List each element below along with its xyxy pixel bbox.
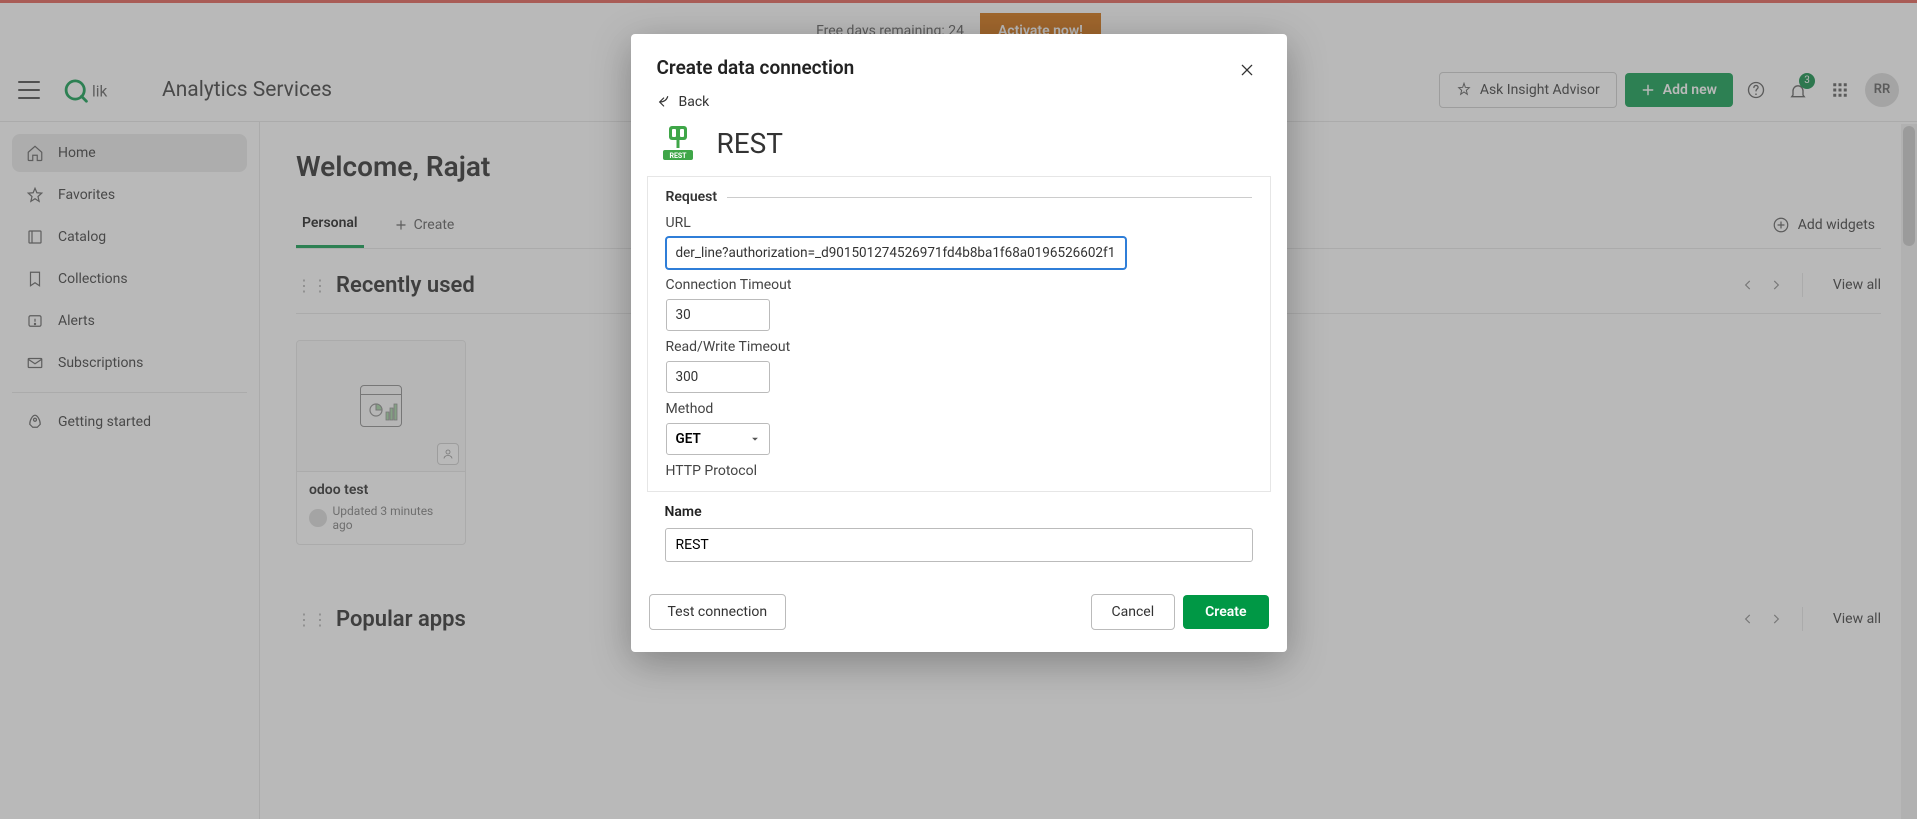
modal-overlay: Create data connection Back REST REST Re…	[0, 0, 1917, 819]
url-label: URL	[666, 215, 1252, 231]
rest-connector-icon: REST	[657, 122, 699, 164]
modal-title: Create data connection	[657, 56, 1233, 79]
chevron-down-icon	[750, 434, 760, 444]
connection-timeout-input[interactable]	[666, 299, 770, 331]
name-label: Name	[665, 504, 1253, 520]
method-label: Method	[666, 401, 1252, 417]
close-icon[interactable]	[1233, 56, 1261, 84]
create-connection-modal: Create data connection Back REST REST Re…	[631, 34, 1287, 652]
connection-form: Request URL Connection Timeout Read/Writ…	[647, 176, 1271, 492]
connection-timeout-label: Connection Timeout	[666, 277, 1252, 293]
rw-timeout-label: Read/Write Timeout	[666, 339, 1252, 355]
method-select[interactable]: GET	[666, 423, 770, 455]
back-arrow-icon	[657, 94, 673, 110]
request-legend: Request	[666, 189, 718, 205]
rw-timeout-input[interactable]	[666, 361, 770, 393]
http-protocol-label: HTTP Protocol	[666, 463, 1252, 479]
back-button[interactable]: Back	[657, 94, 710, 110]
svg-text:REST: REST	[669, 152, 687, 160]
cancel-button[interactable]: Cancel	[1091, 594, 1176, 630]
connector-name: REST	[717, 127, 784, 160]
back-label: Back	[679, 94, 710, 110]
create-button[interactable]: Create	[1183, 595, 1268, 629]
method-value: GET	[676, 431, 701, 447]
name-input[interactable]	[665, 528, 1253, 562]
url-input[interactable]	[666, 237, 1126, 269]
test-connection-button[interactable]: Test connection	[649, 594, 787, 630]
